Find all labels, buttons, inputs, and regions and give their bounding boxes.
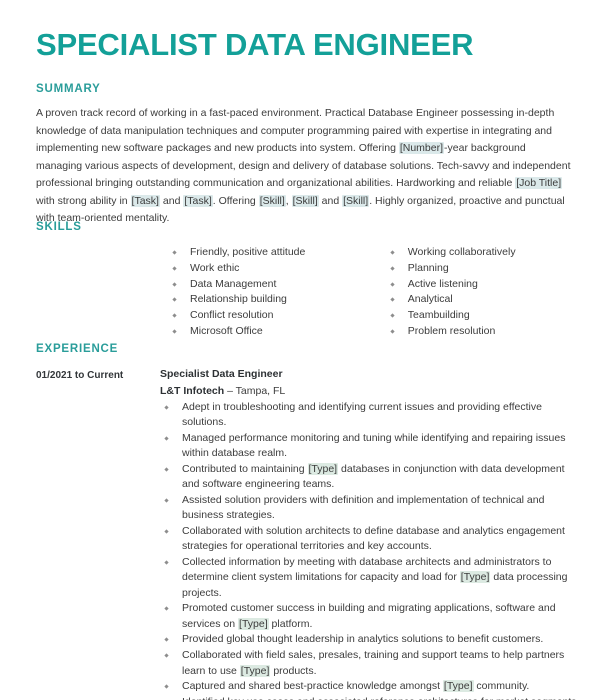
skill-list-item: Work ethic [168,261,386,276]
skill-list-item: Conflict resolution [168,308,386,323]
skills-columns: Friendly, positive attitude Work ethic Dat… [36,245,582,340]
resume-page: SPECIALIST DATA ENGINEER SUMMARY A prove… [0,0,616,700]
experience-bullet-item: Assisted solution providers with definit… [160,493,582,524]
skills-column-left: Friendly, positive attitude Work ethic Dat… [168,245,386,340]
experience-bullet-item: Collected information by meeting with da… [160,555,582,601]
bullet-text-before: Contributed to maintaining [182,462,308,475]
placeholder-type: [Type] [459,571,491,584]
skill-list-item: Microsoft Office [168,324,386,339]
skill-list-item: Data Management [168,277,386,292]
skill-list-item: Analytical [386,292,582,307]
bullet-text-after: platform. [268,617,313,630]
experience-dates: 01/2021 to Current [36,370,124,381]
placeholder-skill-2: [Skill] [291,194,319,207]
placeholder-type: [Type] [307,462,339,475]
placeholder-task-2: [Task] [183,194,213,207]
placeholder-type: [Type] [239,664,271,677]
skills-column-right: Working collaboratively Planning Active li… [386,245,582,340]
summary-section: SUMMARY A proven track record of working… [36,82,582,228]
summary-text-5: . Offering [212,194,259,207]
skill-list-item: Planning [386,261,582,276]
experience-entries: 01/2021 to Current Specialist Data Engine… [36,367,582,700]
skill-list-item: Working collaboratively [386,245,582,260]
experience-bullet-item: Collaborated with field sales, presales,… [160,648,582,679]
experience-section: EXPERIENCE 01/2021 to Current Specialist … [36,342,582,700]
experience-bullet-item: Provided global thought leadership in an… [160,632,582,647]
summary-text-7: and [318,194,343,207]
experience-bullet-item: Collaborated with solution architects to… [160,524,582,555]
experience-bullet-item: Promoted customer success in building an… [160,601,582,632]
bullet-text-before: Assisted solution providers with definit… [182,493,545,522]
bullet-text-before: Collaborated with solution architects to… [182,524,565,553]
placeholder-job-title: [Job Title] [515,177,563,189]
experience-bullet-list: Adept in troubleshooting and identifying… [160,400,582,700]
bullet-text-before: Identified key use cases and associated … [182,696,577,700]
experience-location: Tampa, FL [235,384,286,397]
placeholder-type: [Type] [238,617,269,630]
placeholder-type: [Type] [442,680,474,693]
page-title: SPECIALIST DATA ENGINEER [36,27,474,62]
bullet-text-before: Managed performance monitoring and tunin… [182,431,566,459]
experience-bullet-item: Contributed to maintaining [Type] databa… [160,462,582,493]
experience-separator: – [224,384,236,397]
bullet-text-before: Adept in troubleshooting and identifying… [182,400,542,428]
experience-entry-body: Specialist Data Engineer L&T Infotech – T… [160,367,582,700]
skills-list-left: Friendly, positive attitude Work ethic Dat… [168,245,386,339]
skill-list-item: Relationship building [168,292,386,307]
bullet-text-after: community. [473,680,530,693]
experience-company: L&T Infotech – Tampa, FL [160,383,582,399]
experience-bullet-item: Adept in troubleshooting and identifying… [160,400,582,431]
skill-list-item: Problem resolution [386,324,582,339]
skill-list-item: Friendly, positive attitude [168,245,386,260]
experience-bullet-item: Identified key use cases and associated … [160,695,582,700]
placeholder-skill-3: [Skill] [342,194,370,207]
experience-company-name: L&T Infotech [160,384,225,397]
bullet-text-after: products. [270,664,317,677]
summary-text-3: with strong ability in [36,194,131,207]
skill-list-item: Active listening [386,277,582,292]
experience-bullet-item: Captured and shared best-practice knowle… [160,679,582,694]
placeholder-skill-1: [Skill] [258,194,286,207]
skills-heading: SKILLS [36,221,82,233]
skills-list-right: Working collaboratively Planning Active li… [386,245,582,339]
skill-list-item: Teambuilding [386,308,582,323]
skills-section: SKILLS Friendly, positive attitude Work e… [36,220,582,340]
bullet-text-before: Provided global thought leadership in an… [182,633,544,646]
summary-paragraph: A proven track record of working in a fa… [36,105,574,228]
experience-bullet-item: Managed performance monitoring and tunin… [160,431,582,462]
experience-job-title: Specialist Data Engineer [160,368,283,380]
experience-heading: EXPERIENCE [36,343,119,355]
bullet-text-before: Captured and shared best-practice knowle… [182,680,443,693]
placeholder-number: [Number] [398,142,445,154]
summary-text-6: , [285,194,292,207]
summary-heading: SUMMARY [36,83,101,95]
placeholder-task-1: [Task] [130,194,160,207]
summary-text-4: and [159,194,184,207]
experience-entry: 01/2021 to Current Specialist Data Engine… [36,367,582,700]
